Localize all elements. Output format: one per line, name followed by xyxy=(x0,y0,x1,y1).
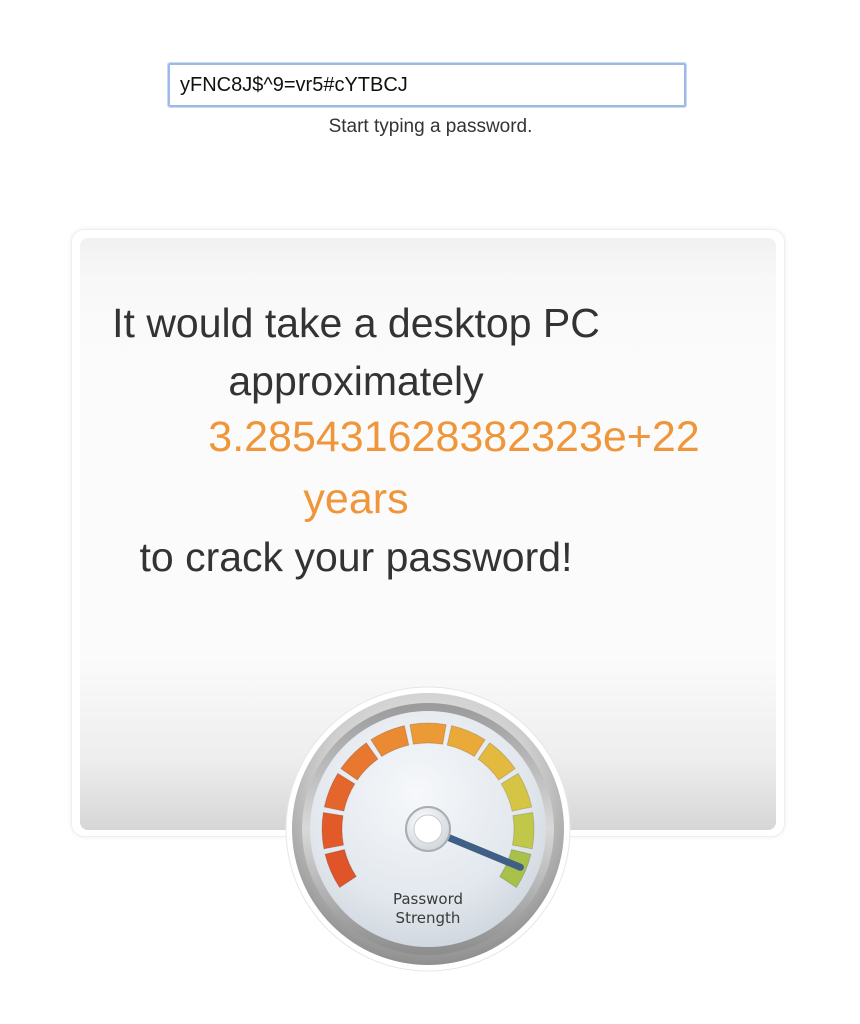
result-line-2: approximately xyxy=(228,358,484,404)
hint-text: Start typing a password. xyxy=(0,116,860,138)
result-line-5: to crack your password! xyxy=(139,534,573,580)
gauge-segment xyxy=(409,722,447,745)
crack-time-value: 3.285431628382323e+22 xyxy=(208,413,700,461)
password-input[interactable] xyxy=(167,62,687,108)
gauge-segment xyxy=(511,811,535,850)
crack-time-unit: years xyxy=(303,475,409,523)
gauge-icon xyxy=(285,686,571,972)
gauge-label-line-2: Strength xyxy=(395,909,461,927)
gauge-segment xyxy=(321,811,345,850)
page: Start typing a password. It would take a… xyxy=(0,0,860,1024)
result-line-1: It would take a desktop PC xyxy=(112,300,600,346)
password-strength-gauge: Password Strength xyxy=(283,684,573,974)
gauge-label-line-1: Password xyxy=(392,890,464,908)
hint-label: Start typing a password. xyxy=(328,116,533,137)
